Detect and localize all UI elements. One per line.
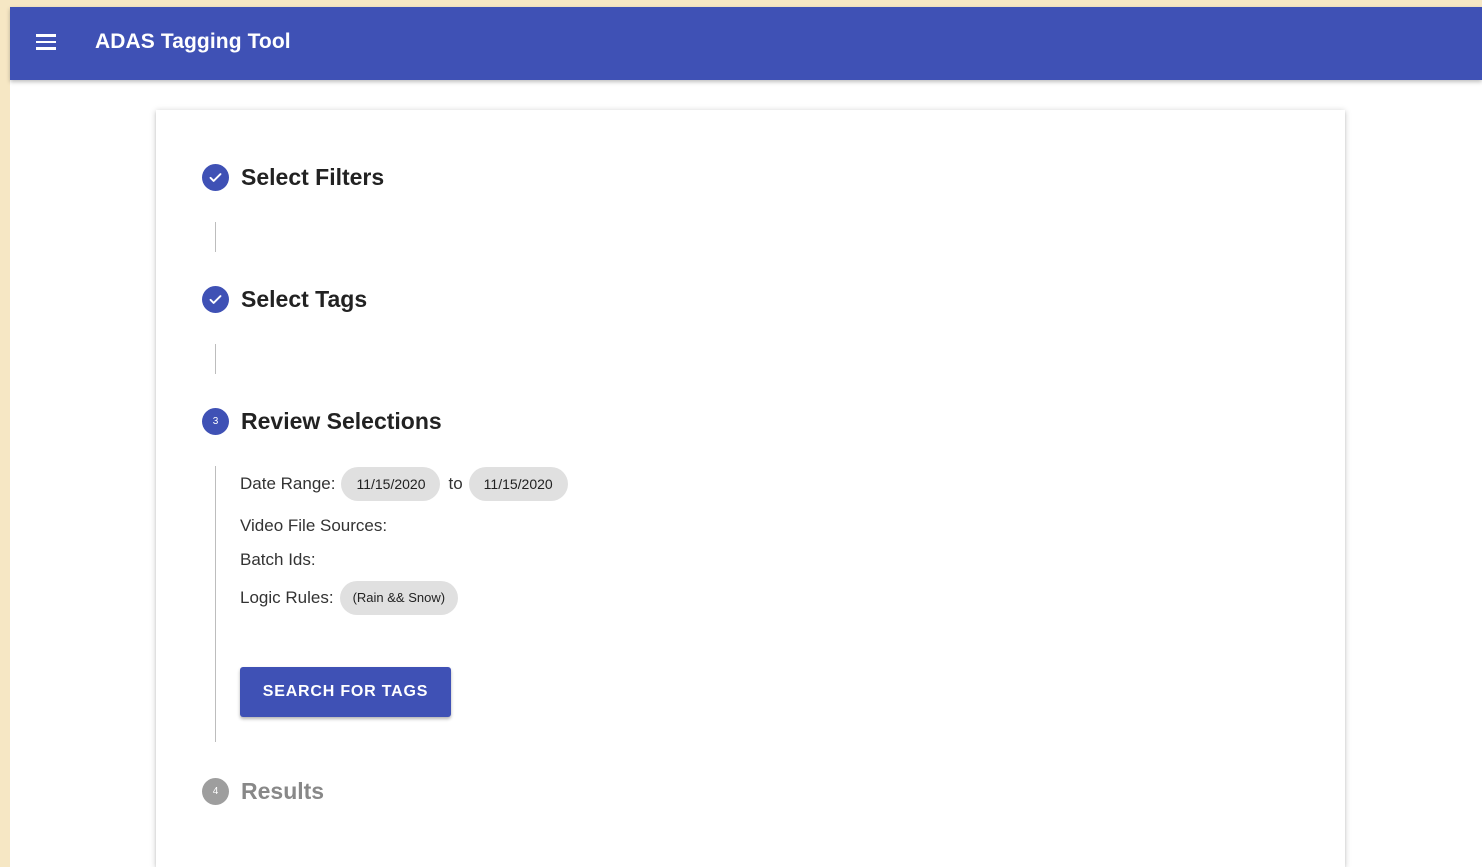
step-content-line [215, 466, 216, 742]
step-results[interactable]: 4 Results [202, 778, 324, 805]
date-range-row: Date Range: 11/15/2020 to 11/15/2020 [240, 467, 940, 501]
menu-icon[interactable] [36, 34, 58, 52]
step-connector [215, 222, 216, 252]
date-range-label: Date Range: [240, 474, 336, 493]
date-to-chip[interactable]: 11/15/2020 [468, 467, 568, 501]
logic-rule-chip[interactable]: (Rain && Snow) [339, 581, 459, 615]
video-sources-row: Video File Sources: [240, 509, 940, 543]
step-connector [215, 344, 216, 374]
check-circle-icon [202, 164, 229, 191]
step-label: Select Tags [241, 286, 368, 312]
step-label: Results [241, 778, 325, 804]
app-bar: ADAS Tagging Tool [10, 7, 1482, 80]
step-number-icon: 4 [202, 778, 229, 805]
search-for-tags-button[interactable]: SEARCH FOR TAGS [240, 667, 451, 717]
logic-rules-row: Logic Rules: (Rain && Snow) [240, 581, 940, 615]
step-select-filters[interactable]: Select Filters [202, 164, 384, 191]
video-sources-label: Video File Sources: [240, 516, 388, 535]
to-text: to [448, 474, 463, 493]
step-label: Select Filters [241, 164, 385, 190]
app-title: ADAS Tagging Tool [95, 30, 291, 53]
stepper-card: Select Filters Select Tags 3 Review Sele… [156, 110, 1345, 867]
logic-rules-label: Logic Rules: [240, 588, 334, 607]
batch-ids-row: Batch Ids: [240, 543, 940, 577]
step-review-selections[interactable]: 3 Review Selections [202, 408, 442, 435]
check-circle-icon [202, 286, 229, 313]
app-window: ADAS Tagging Tool Select Filters Select … [10, 7, 1482, 867]
review-content: Date Range: 11/15/2020 to 11/15/2020 Vid… [240, 467, 940, 615]
step-number-icon: 3 [202, 408, 229, 435]
batch-ids-label: Batch Ids: [240, 550, 316, 569]
step-label: Review Selections [241, 408, 442, 434]
date-from-chip[interactable]: 11/15/2020 [341, 467, 441, 501]
step-select-tags[interactable]: Select Tags [202, 286, 367, 313]
